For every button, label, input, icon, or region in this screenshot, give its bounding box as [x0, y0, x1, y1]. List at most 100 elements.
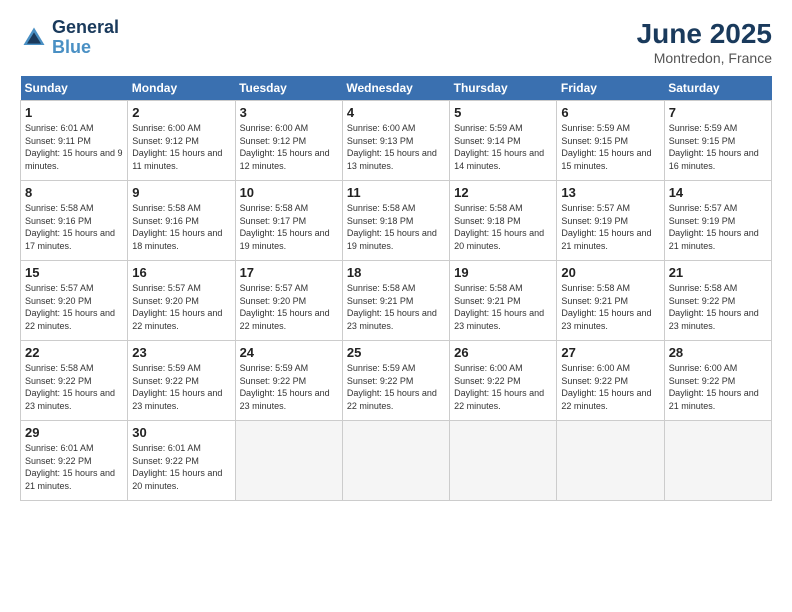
calendar-day [664, 421, 771, 501]
day-number: 24 [240, 345, 338, 360]
col-sunday: Sunday [21, 76, 128, 101]
day-info: Sunrise: 5:59 AM Sunset: 9:15 PM Dayligh… [561, 122, 659, 172]
day-number: 8 [25, 185, 123, 200]
day-info: Sunrise: 5:58 AM Sunset: 9:18 PM Dayligh… [347, 202, 445, 252]
calendar-day [557, 421, 664, 501]
calendar-week-5: 29 Sunrise: 6:01 AM Sunset: 9:22 PM Dayl… [21, 421, 772, 501]
day-info: Sunrise: 6:01 AM Sunset: 9:22 PM Dayligh… [132, 442, 230, 492]
calendar-day [342, 421, 449, 501]
calendar-week-3: 15 Sunrise: 5:57 AM Sunset: 9:20 PM Dayl… [21, 261, 772, 341]
calendar-day: 2 Sunrise: 6:00 AM Sunset: 9:12 PM Dayli… [128, 101, 235, 181]
calendar-day: 13 Sunrise: 5:57 AM Sunset: 9:19 PM Dayl… [557, 181, 664, 261]
day-info: Sunrise: 5:59 AM Sunset: 9:15 PM Dayligh… [669, 122, 767, 172]
calendar-day: 17 Sunrise: 5:57 AM Sunset: 9:20 PM Dayl… [235, 261, 342, 341]
day-number: 29 [25, 425, 123, 440]
page: General Blue June 2025 Montredon, France… [0, 0, 792, 612]
day-info: Sunrise: 5:58 AM Sunset: 9:21 PM Dayligh… [347, 282, 445, 332]
day-info: Sunrise: 5:59 AM Sunset: 9:22 PM Dayligh… [240, 362, 338, 412]
day-info: Sunrise: 6:00 AM Sunset: 9:13 PM Dayligh… [347, 122, 445, 172]
day-number: 30 [132, 425, 230, 440]
day-info: Sunrise: 6:00 AM Sunset: 9:12 PM Dayligh… [132, 122, 230, 172]
calendar-day [235, 421, 342, 501]
day-number: 22 [25, 345, 123, 360]
calendar-day: 29 Sunrise: 6:01 AM Sunset: 9:22 PM Dayl… [21, 421, 128, 501]
day-number: 19 [454, 265, 552, 280]
calendar-day: 18 Sunrise: 5:58 AM Sunset: 9:21 PM Dayl… [342, 261, 449, 341]
day-info: Sunrise: 5:58 AM Sunset: 9:22 PM Dayligh… [25, 362, 123, 412]
day-info: Sunrise: 5:57 AM Sunset: 9:19 PM Dayligh… [669, 202, 767, 252]
day-number: 2 [132, 105, 230, 120]
day-number: 20 [561, 265, 659, 280]
col-thursday: Thursday [450, 76, 557, 101]
day-number: 15 [25, 265, 123, 280]
day-info: Sunrise: 5:58 AM Sunset: 9:21 PM Dayligh… [561, 282, 659, 332]
day-number: 23 [132, 345, 230, 360]
day-number: 14 [669, 185, 767, 200]
day-info: Sunrise: 5:57 AM Sunset: 9:20 PM Dayligh… [25, 282, 123, 332]
day-number: 16 [132, 265, 230, 280]
calendar-day: 7 Sunrise: 5:59 AM Sunset: 9:15 PM Dayli… [664, 101, 771, 181]
day-info: Sunrise: 5:59 AM Sunset: 9:22 PM Dayligh… [347, 362, 445, 412]
calendar-table: Sunday Monday Tuesday Wednesday Thursday… [20, 76, 772, 501]
col-tuesday: Tuesday [235, 76, 342, 101]
calendar-day: 8 Sunrise: 5:58 AM Sunset: 9:16 PM Dayli… [21, 181, 128, 261]
calendar-day: 1 Sunrise: 6:01 AM Sunset: 9:11 PM Dayli… [21, 101, 128, 181]
calendar-day: 30 Sunrise: 6:01 AM Sunset: 9:22 PM Dayl… [128, 421, 235, 501]
day-info: Sunrise: 5:59 AM Sunset: 9:22 PM Dayligh… [132, 362, 230, 412]
col-monday: Monday [128, 76, 235, 101]
day-info: Sunrise: 5:59 AM Sunset: 9:14 PM Dayligh… [454, 122, 552, 172]
calendar-day: 12 Sunrise: 5:58 AM Sunset: 9:18 PM Dayl… [450, 181, 557, 261]
title-area: June 2025 Montredon, France [637, 18, 772, 66]
calendar-day: 26 Sunrise: 6:00 AM Sunset: 9:22 PM Dayl… [450, 341, 557, 421]
calendar-day: 15 Sunrise: 5:57 AM Sunset: 9:20 PM Dayl… [21, 261, 128, 341]
day-number: 12 [454, 185, 552, 200]
col-friday: Friday [557, 76, 664, 101]
day-number: 11 [347, 185, 445, 200]
day-number: 17 [240, 265, 338, 280]
day-number: 1 [25, 105, 123, 120]
day-info: Sunrise: 6:01 AM Sunset: 9:22 PM Dayligh… [25, 442, 123, 492]
day-number: 28 [669, 345, 767, 360]
logo: General Blue [20, 18, 119, 58]
day-info: Sunrise: 6:01 AM Sunset: 9:11 PM Dayligh… [25, 122, 123, 172]
calendar-day: 24 Sunrise: 5:59 AM Sunset: 9:22 PM Dayl… [235, 341, 342, 421]
calendar-day: 21 Sunrise: 5:58 AM Sunset: 9:22 PM Dayl… [664, 261, 771, 341]
header: General Blue June 2025 Montredon, France [20, 18, 772, 66]
day-info: Sunrise: 5:57 AM Sunset: 9:20 PM Dayligh… [132, 282, 230, 332]
day-info: Sunrise: 5:58 AM Sunset: 9:16 PM Dayligh… [132, 202, 230, 252]
calendar-day: 20 Sunrise: 5:58 AM Sunset: 9:21 PM Dayl… [557, 261, 664, 341]
day-info: Sunrise: 6:00 AM Sunset: 9:12 PM Dayligh… [240, 122, 338, 172]
day-number: 9 [132, 185, 230, 200]
day-number: 18 [347, 265, 445, 280]
day-number: 7 [669, 105, 767, 120]
day-number: 26 [454, 345, 552, 360]
calendar-day: 14 Sunrise: 5:57 AM Sunset: 9:19 PM Dayl… [664, 181, 771, 261]
calendar-day: 3 Sunrise: 6:00 AM Sunset: 9:12 PM Dayli… [235, 101, 342, 181]
day-info: Sunrise: 6:00 AM Sunset: 9:22 PM Dayligh… [454, 362, 552, 412]
day-number: 25 [347, 345, 445, 360]
calendar-day: 11 Sunrise: 5:58 AM Sunset: 9:18 PM Dayl… [342, 181, 449, 261]
day-info: Sunrise: 5:57 AM Sunset: 9:20 PM Dayligh… [240, 282, 338, 332]
calendar-day: 4 Sunrise: 6:00 AM Sunset: 9:13 PM Dayli… [342, 101, 449, 181]
calendar-day: 10 Sunrise: 5:58 AM Sunset: 9:17 PM Dayl… [235, 181, 342, 261]
calendar-week-2: 8 Sunrise: 5:58 AM Sunset: 9:16 PM Dayli… [21, 181, 772, 261]
day-number: 6 [561, 105, 659, 120]
day-number: 21 [669, 265, 767, 280]
logo-icon [20, 24, 48, 52]
calendar-day: 5 Sunrise: 5:59 AM Sunset: 9:14 PM Dayli… [450, 101, 557, 181]
calendar-day: 27 Sunrise: 6:00 AM Sunset: 9:22 PM Dayl… [557, 341, 664, 421]
calendar-week-1: 1 Sunrise: 6:01 AM Sunset: 9:11 PM Dayli… [21, 101, 772, 181]
calendar-header-row: Sunday Monday Tuesday Wednesday Thursday… [21, 76, 772, 101]
day-number: 13 [561, 185, 659, 200]
calendar-day: 16 Sunrise: 5:57 AM Sunset: 9:20 PM Dayl… [128, 261, 235, 341]
day-number: 27 [561, 345, 659, 360]
day-info: Sunrise: 5:58 AM Sunset: 9:18 PM Dayligh… [454, 202, 552, 252]
calendar-day: 28 Sunrise: 6:00 AM Sunset: 9:22 PM Dayl… [664, 341, 771, 421]
day-number: 5 [454, 105, 552, 120]
logo-line2: Blue [52, 38, 119, 58]
logo-text: General Blue [52, 18, 119, 58]
day-info: Sunrise: 5:58 AM Sunset: 9:16 PM Dayligh… [25, 202, 123, 252]
day-info: Sunrise: 5:58 AM Sunset: 9:21 PM Dayligh… [454, 282, 552, 332]
day-info: Sunrise: 5:57 AM Sunset: 9:19 PM Dayligh… [561, 202, 659, 252]
calendar-day: 9 Sunrise: 5:58 AM Sunset: 9:16 PM Dayli… [128, 181, 235, 261]
